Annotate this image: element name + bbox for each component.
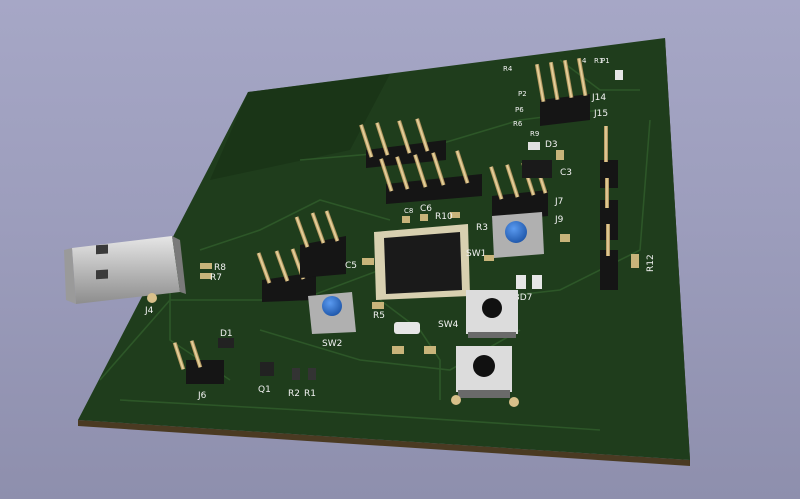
- resistor-r8: [200, 263, 212, 269]
- switch-sw1: [492, 212, 544, 258]
- crystal: [394, 322, 420, 334]
- label-r7: R7: [210, 273, 222, 283]
- label-r3: R3: [476, 223, 488, 233]
- led-d3: [528, 142, 540, 150]
- resistor-r12: [631, 254, 639, 268]
- cap-crystal-1: [392, 346, 404, 354]
- label-r5: R5: [373, 311, 385, 321]
- capacitor-c6: [420, 214, 428, 221]
- switch-bottom: [451, 346, 519, 407]
- microcontroller-qfp: [374, 224, 470, 300]
- label-top1: R4: [503, 65, 513, 73]
- label-d3: D3: [545, 140, 558, 150]
- label-j6: J6: [197, 391, 207, 401]
- resistor-r5: [372, 302, 384, 309]
- diode-d1: [218, 338, 234, 348]
- capacitor-c3: [522, 160, 552, 178]
- label-sw1: SW1: [466, 249, 486, 259]
- label-r8: R8: [214, 263, 226, 273]
- label-c6: C6: [420, 204, 432, 214]
- smd-part-3: [484, 255, 494, 261]
- led-3d7-b: [532, 275, 542, 289]
- label-r1: R1: [304, 389, 316, 399]
- label-top6: P1: [601, 57, 610, 65]
- label-sw2: SW2: [322, 339, 342, 349]
- label-r12: R12: [646, 254, 656, 272]
- capacitor-c5: [362, 258, 374, 265]
- label-r9: R9: [530, 130, 539, 138]
- resistor-r2: [292, 368, 300, 380]
- label-q1: Q1: [258, 385, 271, 395]
- label-c5: C5: [345, 261, 357, 271]
- led-top-right: [615, 70, 623, 80]
- pcb-3d-view: J4 R8 R7 D1 J6 Q1 R2 R1 SW2 C5 R5 C8 C6 …: [64, 38, 690, 466]
- smd-part-1: [560, 234, 570, 242]
- smd-part-2: [556, 150, 564, 160]
- label-j15: J15: [593, 109, 608, 119]
- label-r10: R10: [435, 212, 453, 222]
- label-d1: D1: [220, 329, 233, 339]
- label-r2: R2: [288, 389, 300, 399]
- label-j14: J14: [591, 93, 606, 103]
- label-j7: J7: [554, 197, 563, 207]
- label-sw4: SW4: [438, 320, 459, 330]
- label-c8: C8: [404, 207, 413, 215]
- label-j4: J4: [144, 306, 154, 316]
- switch-sw4: [466, 290, 518, 338]
- label-top5: 4: [582, 57, 587, 65]
- capacitor-c8: [402, 216, 410, 223]
- cap-crystal-2: [424, 346, 436, 354]
- resistor-r1: [308, 368, 316, 380]
- switch-sw2: [308, 292, 356, 334]
- label-r6: R6: [513, 120, 523, 128]
- label-top2: P2: [518, 90, 527, 98]
- label-top3: P6: [515, 106, 524, 114]
- label-j9: J9: [554, 215, 564, 225]
- led-3d7-a: [516, 275, 526, 289]
- transistor-q1: [260, 362, 274, 376]
- label-c3: C3: [560, 168, 572, 178]
